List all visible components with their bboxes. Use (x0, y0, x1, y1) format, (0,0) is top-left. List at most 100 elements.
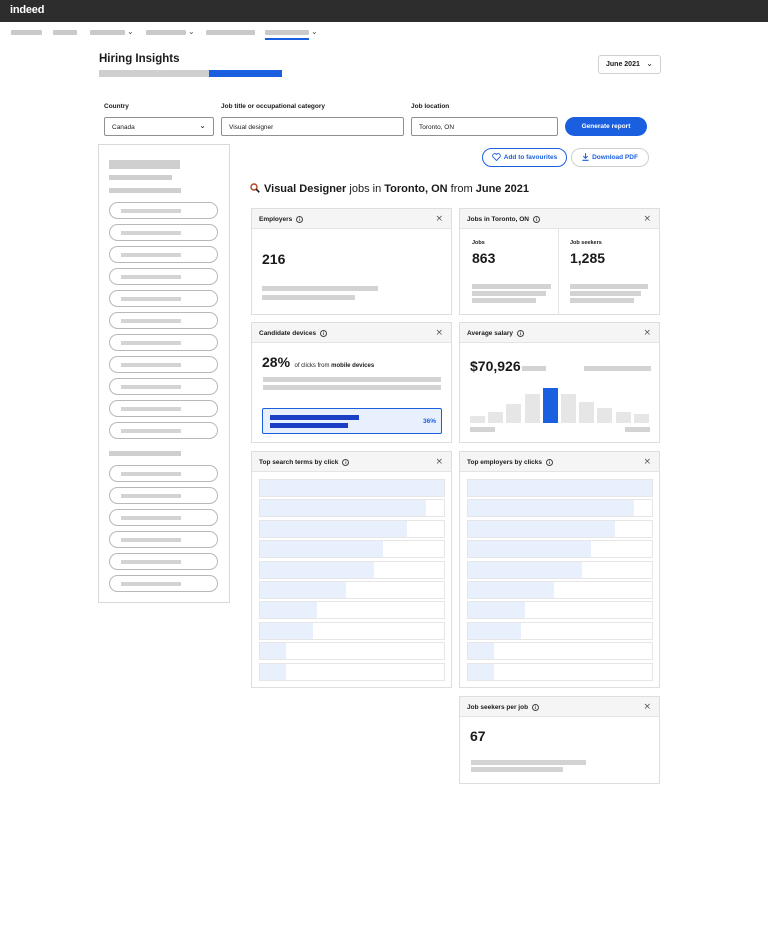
chevron-down-icon: ⌄ (199, 121, 206, 130)
top-employer-row[interactable] (467, 519, 653, 538)
search-term-bar (260, 500, 426, 517)
sidebar-pill[interactable] (109, 224, 218, 241)
bar-fill (270, 415, 359, 420)
sidebar-pill[interactable] (109, 509, 218, 526)
sidebar-pill[interactable] (109, 334, 218, 351)
job-title-input[interactable]: Visual designer (221, 117, 404, 136)
generate-report-button[interactable]: Generate report (565, 117, 647, 136)
close-icon[interactable]: × (643, 457, 651, 467)
info-icon[interactable]: i (532, 704, 540, 711)
sidebar-pill[interactable] (109, 553, 218, 570)
sidebar-pill[interactable] (109, 202, 218, 219)
search-term-row[interactable] (259, 560, 445, 579)
favourite-label: Add to favourites (503, 154, 558, 161)
sidebar-pill[interactable] (109, 487, 218, 504)
search-term-row[interactable] (259, 519, 445, 538)
nav-item-6-active[interactable] (265, 30, 309, 35)
search-term-row[interactable] (259, 499, 445, 518)
top-employer-bar (468, 561, 583, 578)
sidebar-line-placeholder (109, 451, 181, 456)
close-icon[interactable]: × (643, 702, 651, 712)
info-icon[interactable]: i (546, 459, 554, 466)
nav-item-3[interactable] (90, 30, 125, 35)
search-icon (250, 183, 260, 193)
sidebar-pill[interactable] (109, 290, 218, 307)
top-search-terms-card: Top search terms by click i × (251, 451, 452, 688)
info-icon[interactable]: i (320, 330, 328, 337)
add-to-favourites-button[interactable]: Add to favourites (482, 148, 567, 167)
top-employer-row[interactable] (467, 642, 653, 661)
placeholder-line (262, 286, 378, 291)
close-icon[interactable]: × (435, 328, 443, 338)
headline-date: June 2021 (475, 183, 529, 195)
sidebar-pill[interactable] (109, 531, 218, 548)
nav-item-5[interactable] (206, 30, 255, 35)
info-icon[interactable]: i (517, 330, 525, 337)
top-employer-row[interactable] (467, 621, 653, 640)
search-term-row[interactable] (259, 540, 445, 559)
chevron-down-icon: ⌄ (188, 27, 195, 36)
sidebar-pill[interactable] (109, 312, 218, 329)
search-term-row[interactable] (259, 601, 445, 620)
date-select[interactable]: June 2021 ⌄ (598, 55, 661, 74)
top-employer-row[interactable] (467, 601, 653, 620)
headline-job: Visual Designer (264, 183, 347, 195)
sidebar-pill[interactable] (109, 356, 218, 373)
job-title-label: Job title or occupational category (221, 103, 326, 110)
info-icon[interactable]: i (342, 459, 350, 466)
indeed-logo[interactable]: indeed (10, 4, 44, 16)
top-employer-row[interactable] (467, 581, 653, 599)
download-pdf-button[interactable]: Download PDF (571, 148, 649, 167)
chevron-down-icon: ⌄ (646, 59, 653, 68)
info-icon[interactable]: i (296, 216, 304, 223)
nav-item-1[interactable] (11, 30, 42, 35)
sidebar-pill[interactable] (109, 400, 218, 417)
nav-item-2[interactable] (53, 30, 77, 35)
nav-active-underline (265, 38, 309, 40)
close-icon[interactable]: × (643, 214, 651, 224)
top-employer-row[interactable] (467, 662, 653, 681)
placeholder-line (470, 427, 495, 432)
search-term-row[interactable] (259, 642, 445, 661)
salary-histogram (470, 388, 651, 423)
search-term-row[interactable] (259, 662, 445, 681)
job-seekers-label: Job seekers (570, 240, 602, 246)
candidate-devices-card: Candidate devices i × 28% of clicks from … (251, 322, 452, 443)
logo-text: indeed (10, 4, 45, 16)
top-employer-row[interactable] (467, 540, 653, 559)
sidebar-pill[interactable] (109, 465, 218, 482)
search-term-bar (260, 602, 318, 619)
sidebar-pill[interactable] (109, 575, 218, 592)
job-location-input[interactable]: Toronto, ON (411, 117, 558, 136)
country-select[interactable]: Canada ⌄ (104, 117, 214, 136)
search-term-row[interactable] (259, 621, 445, 640)
histogram-bar (579, 402, 595, 423)
sidebar-pill[interactable] (109, 422, 218, 439)
search-term-row[interactable] (259, 581, 445, 599)
card-header: Jobs in Toronto, ON i × (460, 209, 659, 229)
close-icon[interactable]: × (435, 214, 443, 224)
card-title: Candidate devices i (259, 330, 328, 337)
close-icon[interactable]: × (643, 328, 651, 338)
histogram-bar (470, 416, 485, 423)
top-employer-row[interactable] (467, 479, 653, 497)
devices-percent: 28% (262, 354, 291, 370)
title-placeholder-bar (99, 70, 209, 77)
close-icon[interactable]: × (435, 457, 443, 467)
card-title: Job seekers per job i (467, 704, 540, 711)
placeholder-line (570, 298, 634, 303)
info-icon[interactable]: i (533, 216, 540, 223)
sidebar-pill[interactable] (109, 268, 218, 285)
card-header: Average salary i × (460, 323, 659, 343)
devices-summary: 28% of clicks from mobile devices (262, 354, 374, 372)
search-term-bar (260, 582, 347, 598)
sidebar-pill[interactable] (109, 378, 218, 395)
histogram-bar (506, 404, 522, 423)
sidebar-pill[interactable] (109, 246, 218, 263)
search-term-row[interactable] (259, 479, 445, 497)
nav-item-4[interactable] (146, 30, 186, 35)
average-salary-card: Average salary i × $70,926 (459, 322, 660, 443)
top-employer-bar (468, 500, 634, 517)
top-employer-row[interactable] (467, 560, 653, 579)
top-employer-row[interactable] (467, 499, 653, 518)
